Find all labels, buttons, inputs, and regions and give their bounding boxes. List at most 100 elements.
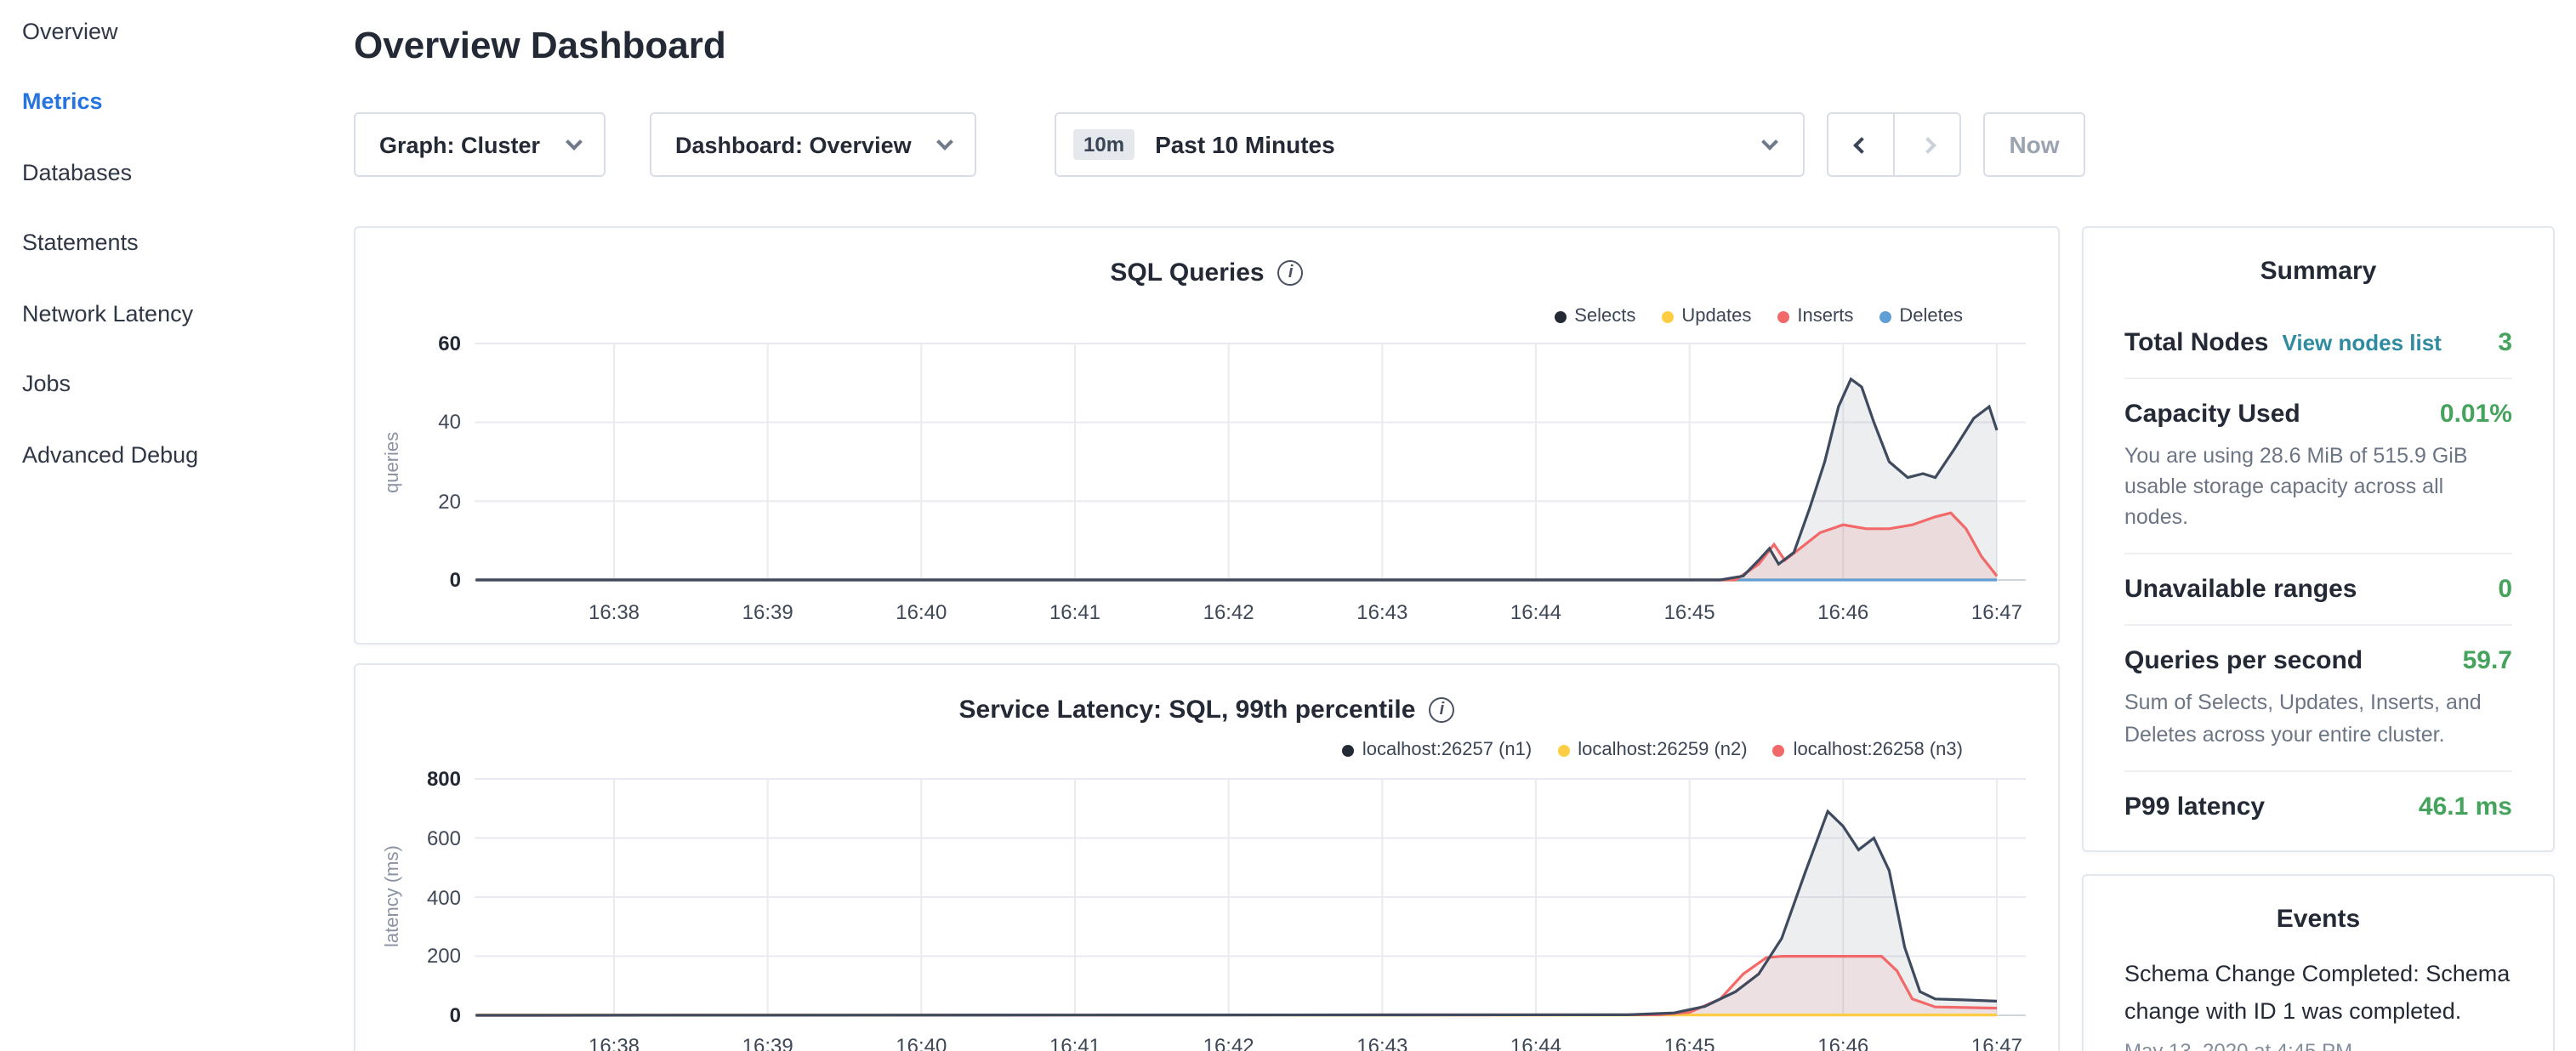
sidebar-item-jobs[interactable]: Jobs — [22, 369, 71, 400]
chart-title-row: Service Latency: SQL, 99th percentile i — [355, 696, 2058, 724]
app-root: Overview Metrics Databases Statements Ne… — [0, 0, 2576, 1051]
x-axis-tick: 16:41 — [1024, 1034, 1126, 1051]
time-range-dropdown[interactable]: 10m Past 10 Minutes — [1055, 112, 1805, 177]
info-icon[interactable]: i — [1278, 260, 1304, 286]
chart-legend: Selects Updates Inserts Deletes — [1554, 306, 1963, 327]
summary-row-description: You are using 28.6 MiB of 515.9 GiB usab… — [2124, 440, 2512, 533]
graph-dropdown-label: Graph: Cluster — [379, 132, 540, 157]
chart-legend: localhost:26257 (n1) localhost:26259 (n2)… — [1342, 740, 1963, 760]
legend-label: Inserts — [1797, 306, 1853, 327]
legend-dot-icon — [1557, 744, 1569, 756]
x-axis-tick: 16:43 — [1331, 600, 1433, 624]
legend-item[interactable]: localhost:26257 (n1) — [1342, 740, 1532, 760]
legend-dot-icon — [1554, 310, 1566, 322]
x-axis-tick: 16:39 — [717, 1034, 819, 1051]
summary-row-unavailable-ranges: Unavailable ranges 0 — [2124, 554, 2512, 625]
summary-panel: Summary Total Nodes View nodes list 3 Ca… — [2082, 226, 2555, 852]
sidebar-item-databases[interactable]: Databases — [22, 158, 132, 189]
y-axis-label: queries — [383, 344, 403, 582]
x-axis-tick: 16:42 — [1178, 1034, 1280, 1051]
legend-dot-icon — [1773, 744, 1785, 756]
event-timestamp: May 13, 2020 at 4:45 PM — [2124, 1039, 2512, 1051]
legend-label: localhost:26258 (n3) — [1794, 740, 1963, 760]
graph-dropdown[interactable]: Graph: Cluster — [354, 112, 606, 177]
dashboard-dropdown-label: Dashboard: Overview — [675, 132, 912, 157]
x-axis-tick: 16:46 — [1792, 600, 1894, 624]
now-button[interactable]: Now — [1983, 112, 2085, 177]
summary-row-label: Total Nodes — [2124, 328, 2268, 357]
event-message: Schema Change Completed: Schema change w… — [2124, 956, 2512, 1029]
legend-label: Selects — [1574, 306, 1635, 327]
chevron-left-icon — [1852, 136, 1869, 153]
summary-row-label: Queries per second — [2124, 647, 2363, 676]
x-axis-tick: 16:42 — [1178, 600, 1280, 624]
x-axis-tick: 16:44 — [1485, 1034, 1587, 1051]
dashboard-dropdown[interactable]: Dashboard: Overview — [650, 112, 976, 177]
sidebar-item-metrics[interactable]: Metrics — [22, 87, 103, 117]
legend-label: localhost:26259 (n2) — [1578, 740, 1747, 760]
x-axis-tick: 16:38 — [563, 1034, 665, 1051]
x-axis-tick: 16:40 — [870, 1034, 972, 1051]
time-range-badge: 10m — [1073, 129, 1134, 160]
legend-label: localhost:26257 (n1) — [1362, 740, 1532, 760]
y-axis-label: latency (ms) — [383, 777, 403, 1015]
events-panel: Events Schema Change Completed: Schema c… — [2082, 874, 2555, 1051]
summary-row-label: Unavailable ranges — [2124, 576, 2357, 605]
sidebar-item-statements[interactable]: Statements — [22, 228, 139, 258]
legend-item[interactable]: localhost:26258 (n3) — [1773, 740, 1963, 760]
chevron-down-icon — [566, 134, 583, 151]
x-axis-tick: 16:41 — [1024, 600, 1126, 624]
legend-item[interactable]: localhost:26259 (n2) — [1557, 740, 1747, 760]
legend-item[interactable]: Inserts — [1777, 306, 1853, 327]
sql-queries-chart-card: SQL Queries i Selects Updates Inserts Delet… — [354, 226, 2060, 645]
x-axis-tick: 16:39 — [717, 600, 819, 624]
legend-item[interactable]: Updates — [1661, 306, 1751, 327]
summary-row-total-nodes: Total Nodes View nodes list 3 — [2124, 308, 2512, 378]
time-range-label: Past 10 Minutes — [1155, 131, 1335, 158]
legend-dot-icon — [1879, 310, 1891, 322]
chart-plot-area[interactable] — [475, 333, 2039, 592]
summary-row-value: 59.7 — [2463, 647, 2512, 676]
events-title: Events — [2124, 876, 2512, 956]
sidebar-item-overview[interactable]: Overview — [22, 17, 118, 48]
page-title: Overview Dashboard — [354, 24, 726, 68]
chevron-right-icon — [1919, 136, 1936, 153]
legend-dot-icon — [1342, 744, 1354, 756]
summary-row-capacity-used: Capacity Used 0.01% You are using 28.6 M… — [2124, 378, 2512, 554]
sidebar-item-advanced-debug[interactable]: Advanced Debug — [22, 440, 198, 471]
x-axis-tick: 16:43 — [1331, 1034, 1433, 1051]
chart-title: Service Latency: SQL, 99th percentile — [959, 696, 1416, 724]
x-axis-tick: 16:47 — [1946, 1034, 2048, 1051]
summary-row-queries-per-second: Queries per second 59.7 Sum of Selects, … — [2124, 625, 2512, 770]
summary-row-label: Capacity Used — [2124, 400, 2300, 429]
x-axis-tick: 16:38 — [563, 600, 665, 624]
time-forward-button[interactable] — [1893, 112, 1961, 177]
chart-title: SQL Queries — [1110, 258, 1264, 287]
x-axis-tick: 16:40 — [870, 600, 972, 624]
time-back-button[interactable] — [1827, 112, 1895, 177]
x-axis-tick: 16:45 — [1639, 1034, 1741, 1051]
chart-plot-area[interactable] — [475, 767, 2039, 1025]
summary-row-value: 46.1 ms — [2419, 792, 2512, 821]
legend-item[interactable]: Selects — [1554, 306, 1635, 327]
x-axis-tick: 16:45 — [1639, 600, 1741, 624]
summary-title: Summary — [2124, 228, 2512, 308]
legend-item[interactable]: Deletes — [1879, 306, 1963, 327]
legend-label: Deletes — [1899, 306, 1963, 327]
x-axis-tick: 16:47 — [1946, 600, 2048, 624]
chevron-down-icon — [1761, 134, 1778, 151]
sidebar-item-network-latency[interactable]: Network Latency — [22, 299, 193, 330]
x-axis-tick: 16:46 — [1792, 1034, 1894, 1051]
info-icon[interactable]: i — [1429, 697, 1454, 723]
summary-row-label: P99 latency — [2124, 792, 2265, 821]
plot-region — [355, 228, 2058, 643]
chart-title-row: SQL Queries i — [355, 258, 2058, 287]
summary-row-value: 0.01% — [2440, 400, 2512, 429]
x-axis-tick: 16:44 — [1485, 600, 1587, 624]
legend-dot-icon — [1661, 310, 1673, 322]
legend-label: Updates — [1681, 306, 1751, 327]
summary-row-description: Sum of Selects, Updates, Inserts, and De… — [2124, 688, 2512, 750]
chevron-down-icon — [936, 134, 953, 151]
view-nodes-list-link[interactable]: View nodes list — [2282, 330, 2441, 355]
summary-row-value: 0 — [2498, 576, 2512, 605]
